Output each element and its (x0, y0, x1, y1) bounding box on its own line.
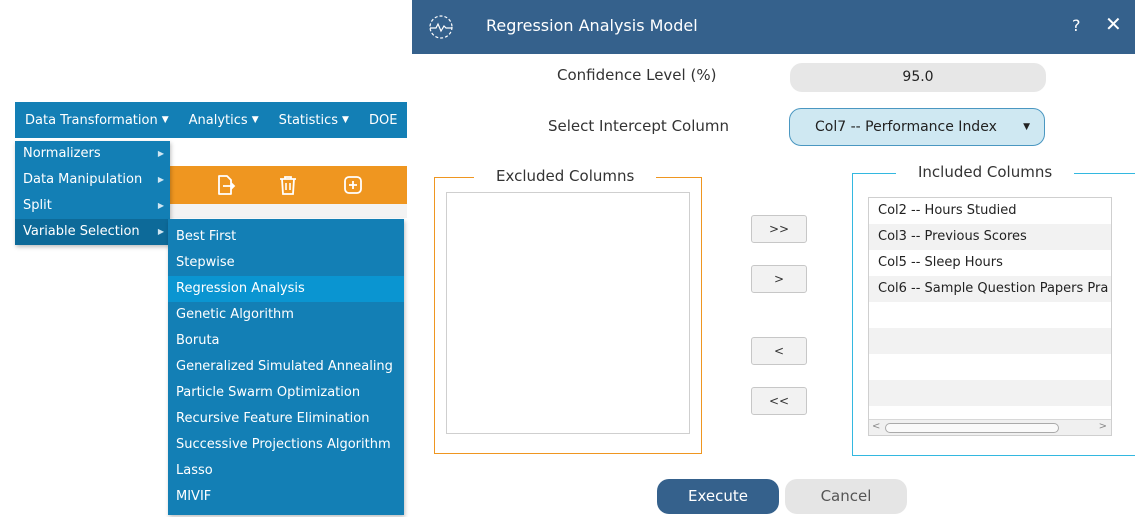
caret-down-icon: ▼ (161, 115, 169, 125)
submenu-arrow-icon: ▶ (157, 175, 164, 184)
included-columns-list[interactable]: Col2 -- Hours Studied Col3 -- Previous S… (868, 197, 1112, 436)
add-button[interactable]: > (751, 265, 807, 293)
menubar-item-label: DOE (368, 112, 398, 128)
remove-button[interactable]: < (751, 337, 807, 365)
help-icon[interactable]: ? (1072, 16, 1081, 35)
horizontal-scrollbar[interactable]: < > (869, 419, 1111, 435)
excluded-columns-list[interactable] (446, 192, 690, 434)
remove-all-button[interactable]: << (751, 387, 807, 415)
menu-item-split[interactable]: Split ▶ (15, 193, 170, 219)
dialog-titlebar[interactable]: Regression Analysis Model ? ✕ (412, 0, 1135, 54)
empty-list-row (869, 354, 1111, 380)
scroll-right-icon[interactable]: > (1099, 421, 1107, 432)
menubar-item-analytics[interactable]: Analytics ▼ (179, 102, 269, 138)
variable-selection-menu: Best First Stepwise Regression Analysis … (168, 219, 404, 515)
menu-item-successive-projections-algorithm[interactable]: Successive Projections Algorithm (168, 432, 404, 458)
dialog-title: Regression Analysis Model (486, 16, 698, 35)
intercept-column-select[interactable]: Col7 -- Performance Index ▼ (789, 108, 1045, 146)
menubar-item-statistics[interactable]: Statistics ▼ (269, 102, 359, 138)
submenu-arrow-icon: ▶ (157, 201, 164, 210)
data-transformation-menu: Normalizers ▶ Data Manipulation ▶ Split … (15, 141, 170, 245)
caret-down-icon: ▼ (251, 115, 259, 125)
confidence-level-input[interactable]: 95.0 (790, 63, 1046, 92)
intercept-column-value: Col7 -- Performance Index (815, 119, 997, 135)
execute-button[interactable]: Execute (657, 479, 779, 514)
menu-item-best-first[interactable]: Best First (168, 224, 404, 250)
submenu-arrow-icon: ▶ (157, 149, 164, 158)
trash-icon[interactable] (277, 174, 299, 196)
menu-item-lasso[interactable]: Lasso (168, 458, 404, 484)
included-columns-title: Included Columns (896, 163, 1075, 181)
menubar-item-data-transformation[interactable]: Data Transformation ▼ (15, 102, 179, 138)
app-logo-icon (429, 15, 453, 39)
add-all-button[interactable]: >> (751, 215, 807, 243)
list-item[interactable]: Col2 -- Hours Studied (869, 198, 1111, 224)
intercept-column-label: Select Intercept Column (548, 117, 730, 135)
empty-list-row (869, 302, 1111, 328)
menu-item-label: Data Manipulation (23, 172, 143, 187)
menubar-item-label: Statistics (278, 112, 339, 128)
export-icon[interactable] (214, 174, 236, 196)
menu-item-stepwise[interactable]: Stepwise (168, 250, 404, 276)
caret-down-icon: ▼ (342, 115, 349, 125)
menu-item-mivif[interactable]: MIVIF (168, 484, 404, 510)
menubar-item-label: Data Transformation (25, 112, 158, 128)
confidence-level-label: Confidence Level (%) (557, 66, 717, 84)
menu-item-label: Normalizers (23, 146, 101, 161)
menu-item-particle-swarm-optimization[interactable]: Particle Swarm Optimization (168, 380, 404, 406)
empty-list-row (869, 328, 1111, 354)
menu-item-generalized-simulated-annealing[interactable]: Generalized Simulated Annealing (168, 354, 404, 380)
excluded-columns-group: Excluded Columns (434, 167, 702, 454)
menu-item-data-manipulation[interactable]: Data Manipulation ▶ (15, 167, 170, 193)
list-item[interactable]: Col5 -- Sleep Hours (869, 250, 1111, 276)
menubar-item-doe[interactable]: DOE (359, 102, 407, 138)
regression-analysis-dialog: Regression Analysis Model ? ✕ Confidence… (412, 0, 1135, 517)
menu-item-boruta[interactable]: Boruta (168, 328, 404, 354)
scrollbar-thumb[interactable] (885, 423, 1059, 433)
list-item[interactable]: Col6 -- Sample Question Papers Pra (869, 276, 1111, 302)
menu-item-regression-analysis[interactable]: Regression Analysis (168, 276, 404, 302)
included-columns-group: Included Columns Col2 -- Hours Studied C… (852, 163, 1135, 456)
list-item[interactable]: Col3 -- Previous Scores (869, 224, 1111, 250)
menubar: Data Transformation ▼ Analytics ▼ Statis… (15, 102, 407, 138)
menu-item-variable-selection[interactable]: Variable Selection ▶ (15, 219, 170, 245)
menubar-item-label: Analytics (188, 112, 248, 128)
submenu-arrow-icon: ▶ (157, 227, 164, 236)
menu-item-genetic-algorithm[interactable]: Genetic Algorithm (168, 302, 404, 328)
excluded-columns-title: Excluded Columns (474, 167, 657, 185)
cancel-button[interactable]: Cancel (785, 479, 907, 514)
menu-item-recursive-feature-elimination[interactable]: Recursive Feature Elimination (168, 406, 404, 432)
close-icon[interactable]: ✕ (1105, 12, 1122, 36)
add-square-icon[interactable] (342, 174, 364, 196)
scroll-left-icon[interactable]: < (872, 421, 880, 432)
chevron-down-icon: ▼ (1023, 122, 1030, 132)
menu-item-label: Split (23, 198, 52, 213)
menu-item-normalizers[interactable]: Normalizers ▶ (15, 141, 170, 167)
menu-item-label: Variable Selection (23, 224, 140, 239)
empty-list-row (869, 380, 1111, 406)
